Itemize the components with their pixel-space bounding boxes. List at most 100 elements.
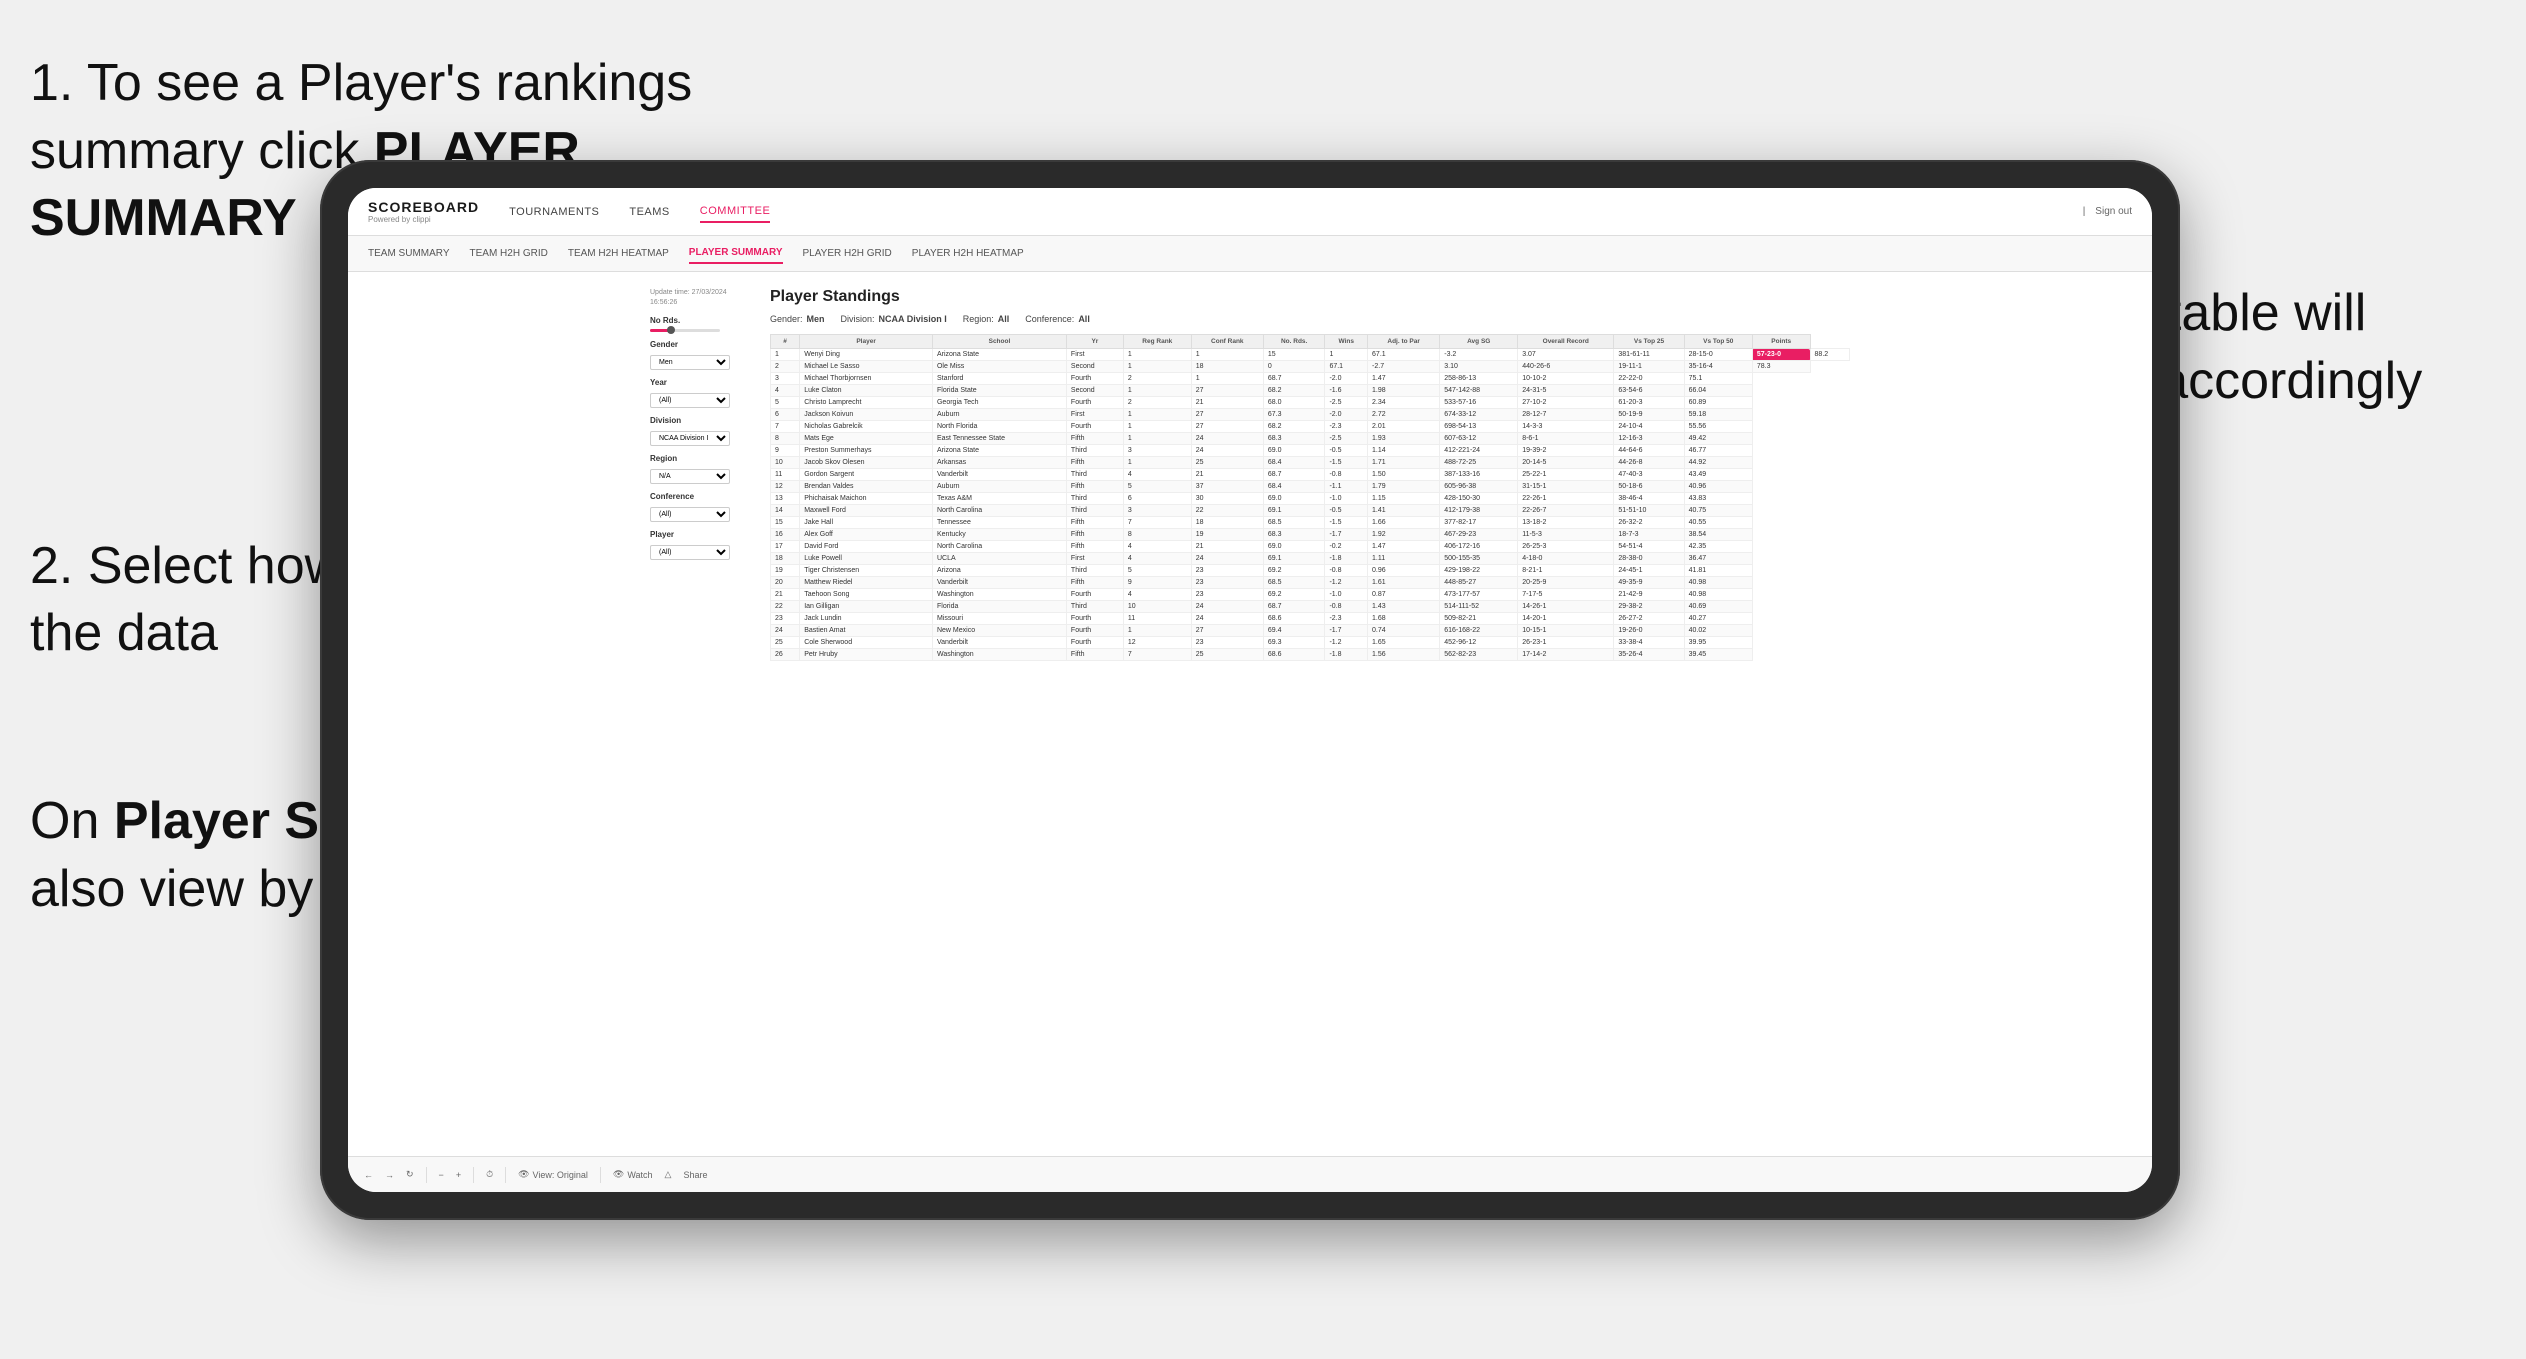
nav-committee[interactable]: COMMITTEE [700, 201, 771, 223]
forward-btn[interactable]: → [385, 1170, 394, 1180]
cell-21-12: 40.69 [1684, 601, 1752, 613]
subnav-team-h2h-heatmap[interactable]: TEAM H2H HEATMAP [568, 244, 669, 263]
subnav-player-h2h-grid[interactable]: PLAYER H2H GRID [803, 244, 892, 263]
nav-teams[interactable]: TEAMS [629, 202, 669, 222]
cell-0-10: 3.07 [1518, 349, 1614, 361]
cell-21-5: 24 [1191, 601, 1263, 613]
cell-3-7: -1.6 [1325, 385, 1368, 397]
cell-10-9: 387-133-16 [1440, 469, 1518, 481]
col-player: Player [800, 335, 933, 349]
cell-19-5: 23 [1191, 577, 1263, 589]
cell-0-9: -3.2 [1440, 349, 1518, 361]
year-select[interactable]: (All) [650, 393, 730, 408]
cell-10-4: 4 [1123, 469, 1191, 481]
col-wins: Wins [1325, 335, 1368, 349]
cell-3-3: Second [1066, 385, 1123, 397]
clock-btn[interactable]: ⏱ [486, 1169, 493, 1180]
cell-16-5: 21 [1191, 541, 1263, 553]
region-select[interactable]: N/A [650, 469, 730, 484]
share-btn[interactable]: Share [683, 1170, 707, 1180]
col-adj: Adj. to Par [1368, 335, 1440, 349]
division-select[interactable]: NCAA Division I [650, 431, 730, 446]
conference-select[interactable]: (All) [650, 507, 730, 522]
cell-0-11: 381-61-11 [1614, 349, 1684, 361]
cell-25-1: Petr Hruby [800, 649, 933, 661]
zoom-in-btn[interactable]: + [456, 1170, 461, 1180]
nav-tournaments[interactable]: TOURNAMENTS [509, 202, 599, 222]
cell-15-12: 38.54 [1684, 529, 1752, 541]
cell-18-2: Arizona [932, 565, 1066, 577]
cell-0-14: 88.2 [1810, 349, 1849, 361]
cell-18-7: -0.8 [1325, 565, 1368, 577]
cell-15-3: Fifth [1066, 529, 1123, 541]
table-row: 12Brendan ValdesAuburnFifth53768.4-1.11.… [771, 481, 1850, 493]
watch-btn[interactable]: 👁 Watch [613, 1169, 653, 1180]
cell-1-5: 18 [1191, 361, 1263, 373]
cell-20-12: 40.98 [1684, 589, 1752, 601]
cell-9-10: 20-14-5 [1518, 457, 1614, 469]
col-school: School [932, 335, 1066, 349]
cell-21-9: 514-111-52 [1440, 601, 1518, 613]
tablet-outer: SCOREBOARD Powered by clippi TOURNAMENTS… [320, 160, 2180, 1220]
col-no-rds: No. Rds. [1263, 335, 1325, 349]
subnav-team-summary[interactable]: TEAM SUMMARY [368, 244, 450, 263]
player-select[interactable]: (All) [650, 545, 730, 560]
no-rds-slider[interactable] [650, 329, 750, 332]
cell-20-9: 473-177-57 [1440, 589, 1518, 601]
view-original-btn[interactable]: 👁 View: Original [518, 1169, 588, 1180]
gender-select[interactable]: Men [650, 355, 730, 370]
main-nav: TOURNAMENTS TEAMS COMMITTEE [509, 201, 2083, 223]
subnav-player-h2h-heatmap[interactable]: PLAYER H2H HEATMAP [912, 244, 1024, 263]
cell-13-4: 3 [1123, 505, 1191, 517]
cell-12-12: 43.83 [1684, 493, 1752, 505]
sign-out-link[interactable]: Sign out [2095, 206, 2132, 217]
cell-17-11: 28-38-0 [1614, 553, 1684, 565]
cell-10-0: 11 [771, 469, 800, 481]
table-row: 24Bastien AmatNew MexicoFourth12769.4-1.… [771, 625, 1850, 637]
cell-24-6: 69.3 [1263, 637, 1325, 649]
back-btn[interactable]: ← [364, 1170, 373, 1180]
cell-25-11: 35-26-4 [1614, 649, 1684, 661]
cell-23-10: 10-15-1 [1518, 625, 1614, 637]
tablet-screen: SCOREBOARD Powered by clippi TOURNAMENTS… [348, 188, 2152, 1192]
cell-17-3: First [1066, 553, 1123, 565]
table-row: 22Ian GilliganFloridaThird102468.7-0.81.… [771, 601, 1850, 613]
cell-4-10: 27-10-2 [1518, 397, 1614, 409]
cell-11-9: 605-96-38 [1440, 481, 1518, 493]
cell-20-1: Taehoon Song [800, 589, 933, 601]
cell-3-12: 66.04 [1684, 385, 1752, 397]
cell-11-4: 5 [1123, 481, 1191, 493]
reload-btn[interactable]: ↻ [406, 1169, 414, 1180]
cell-18-9: 429-198-22 [1440, 565, 1518, 577]
table-row: 18Luke PowellUCLAFirst42469.1-1.81.11500… [771, 553, 1850, 565]
cell-19-12: 40.98 [1684, 577, 1752, 589]
cell-17-4: 4 [1123, 553, 1191, 565]
cell-14-1: Jake Hall [800, 517, 933, 529]
cell-7-5: 24 [1191, 433, 1263, 445]
cell-7-1: Mats Ege [800, 433, 933, 445]
col-yr: Yr [1066, 335, 1123, 349]
cell-4-7: -2.5 [1325, 397, 1368, 409]
cell-8-1: Preston Summerhays [800, 445, 933, 457]
cell-16-9: 406-172-16 [1440, 541, 1518, 553]
cell-21-11: 29-38-2 [1614, 601, 1684, 613]
cell-10-8: 1.50 [1368, 469, 1440, 481]
cell-25-12: 39.45 [1684, 649, 1752, 661]
zoom-out-btn[interactable]: − [439, 1170, 444, 1180]
cell-6-2: North Florida [932, 421, 1066, 433]
table-row: 23Jack LundinMissouriFourth112468.6-2.31… [771, 613, 1850, 625]
cell-14-6: 68.5 [1263, 517, 1325, 529]
sub-nav: TEAM SUMMARY TEAM H2H GRID TEAM H2H HEAT… [348, 236, 2152, 272]
cell-24-5: 23 [1191, 637, 1263, 649]
cell-2-6: 68.7 [1263, 373, 1325, 385]
cell-8-4: 3 [1123, 445, 1191, 457]
logo-sub: Powered by clippi [368, 215, 479, 224]
cell-5-9: 674-33-12 [1440, 409, 1518, 421]
subnav-player-summary[interactable]: PLAYER SUMMARY [689, 243, 783, 264]
tablet-device: SCOREBOARD Powered by clippi TOURNAMENTS… [320, 160, 2180, 1220]
cell-20-8: 0.87 [1368, 589, 1440, 601]
subnav-team-h2h-grid[interactable]: TEAM H2H GRID [470, 244, 548, 263]
cell-6-8: 2.01 [1368, 421, 1440, 433]
share-icon-btn[interactable]: △ [665, 1169, 672, 1180]
cell-19-9: 448-85-27 [1440, 577, 1518, 589]
